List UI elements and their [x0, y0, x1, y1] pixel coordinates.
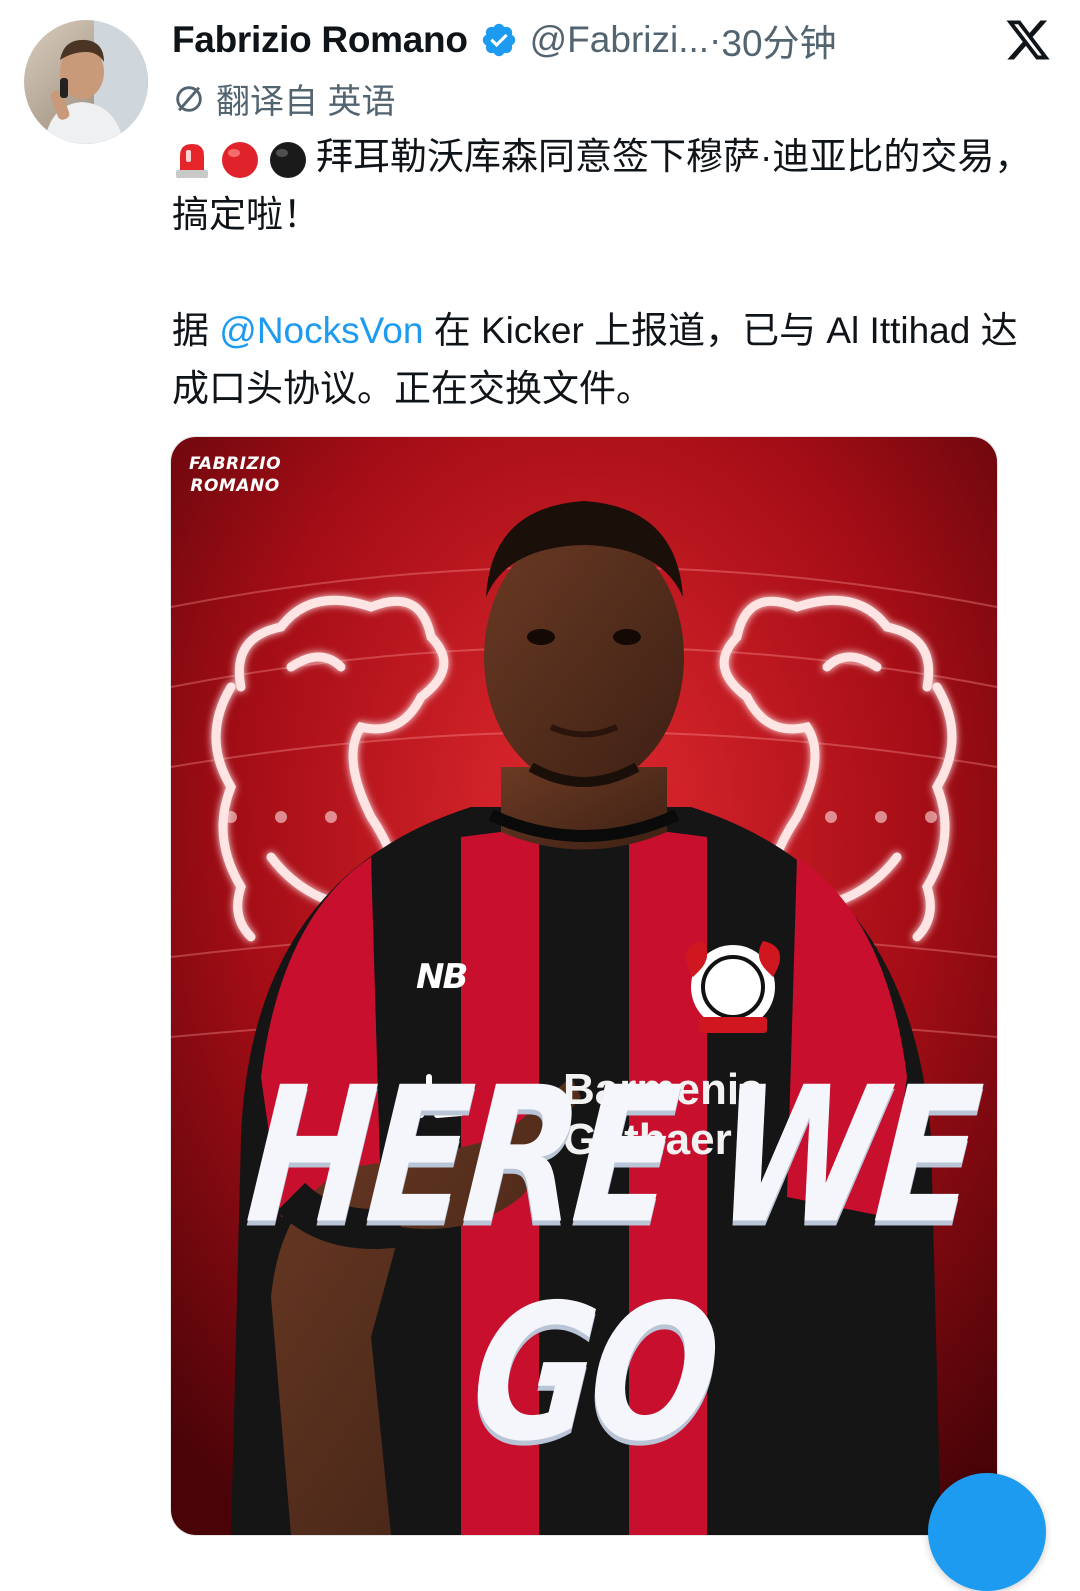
red-circle-icon [220, 139, 260, 179]
separator-dot: · [709, 19, 722, 60]
verified-badge-icon [480, 21, 518, 59]
translation-label: 翻译自 英语 [216, 83, 396, 121]
tweet-image[interactable]: FABRIZIO ROMANO NB Barmenia Gothaer HERE… [170, 436, 998, 1536]
tweet-header: Fabrizio Romano @Fabrizi... · 30分钟 [172, 12, 837, 68]
author-name[interactable]: Fabrizio Romano [172, 19, 468, 61]
tweet-line-2: 据 @NocksVon 在 Kicker 上报道，已与 Al Ittihad 达… [172, 302, 1052, 418]
black-circle-icon [268, 139, 308, 179]
tweet-text: 拜耳勒沃库森同意签下穆萨·迪亚比的交易，搞定啦！ 据 @NocksVon 在 K… [172, 128, 1052, 418]
watermark: FABRIZIO ROMANO [189, 454, 282, 496]
post-time[interactable]: 30分钟 [721, 13, 836, 67]
mention-link[interactable]: @NocksVon [219, 310, 423, 351]
author-handle[interactable]: @Fabrizi... [530, 19, 709, 61]
translation-note[interactable]: 翻译自 英语 [172, 74, 395, 123]
translate-icon [176, 85, 202, 112]
here-we-go-headline: HERE WE GO [240, 1048, 983, 1483]
tweet-line-1: 拜耳勒沃库森同意签下穆萨·迪亚比的交易，搞定啦！ [172, 128, 1052, 244]
compose-button-icon[interactable] [928, 1473, 1046, 1591]
x-logo-icon[interactable] [1004, 16, 1052, 64]
kit-brand-logo: NB [416, 957, 468, 997]
tweet-prefix: 据 [172, 310, 220, 351]
avatar[interactable] [24, 20, 148, 144]
rotating-light-icon [172, 139, 212, 179]
